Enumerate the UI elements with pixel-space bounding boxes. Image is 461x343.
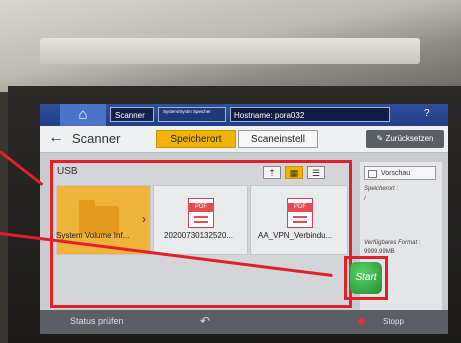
back-arrow-icon[interactable]: ← — [48, 129, 64, 147]
bottom-bar: Status prüfen ↶ Stopp — [40, 310, 448, 334]
pdf-tile-1[interactable]: PDF — [153, 185, 248, 255]
header-bar: ← Scanner Speicherort Scaneinstell ✎ Zur… — [40, 126, 448, 153]
start-button[interactable]: Start — [350, 262, 382, 294]
device-housing — [0, 0, 461, 92]
home-button[interactable]: ⌂ — [60, 104, 106, 126]
pdf-line — [194, 221, 208, 223]
file-label: 20200730132520... — [164, 231, 233, 240]
usb-label: USB — [57, 166, 78, 177]
return-icon[interactable]: ↶ — [200, 314, 210, 328]
stop-button[interactable]: Stopp — [383, 317, 404, 326]
folder-icon — [79, 200, 119, 234]
grid-view-icon[interactable]: ▦ — [285, 166, 303, 179]
storage-location-label: Speicherort : — [364, 186, 399, 192]
paper-slot — [40, 38, 420, 64]
hostname-field: Hostname: pora032 — [230, 107, 390, 122]
system-storage-tab[interactable]: System/Systm Speicher — [158, 107, 226, 122]
pdf-line — [293, 221, 307, 223]
side-panel: Vorschau Speicherort : / Verfügbares For… — [360, 162, 442, 326]
pdf-badge: PDF — [188, 203, 214, 212]
status-bar: ⌂ Scanner System/Systm Speicher Hostname… — [40, 104, 448, 126]
pdf-line — [194, 216, 208, 218]
preview-checkbox[interactable]: Vorschau — [364, 166, 436, 180]
storage-location-value: / — [364, 196, 366, 202]
pdf-icon: PDF — [287, 198, 313, 228]
home-icon: ⌂ — [78, 106, 88, 123]
scanner-app-tab[interactable]: Scanner — [110, 107, 154, 122]
stop-indicator-icon — [358, 318, 365, 325]
upload-icon[interactable]: ⇡ — [263, 166, 281, 179]
available-format-label: Verfügbares Format : — [364, 240, 421, 246]
pdf-line — [293, 216, 307, 218]
status-check-button[interactable]: Status prüfen — [70, 316, 124, 326]
pdf-tile-2[interactable]: PDF — [250, 185, 348, 255]
file-label: System Volume Inf... — [56, 231, 130, 240]
tab-speicherort[interactable]: Speicherort — [156, 130, 236, 148]
file-label: AA_VPN_Verbindu... — [258, 231, 333, 240]
reset-label: Zurücksetzen — [385, 134, 434, 143]
pdf-badge: PDF — [287, 203, 313, 212]
help-icon[interactable]: ? — [424, 108, 430, 119]
list-view-icon[interactable]: ☰ — [307, 166, 325, 179]
available-format-value: 9999.99MB — [364, 249, 395, 255]
chevron-right-icon: › — [142, 212, 146, 226]
tab-scaneinstell[interactable]: Scaneinstell — [238, 130, 318, 148]
reset-button[interactable]: ✎ Zurücksetzen — [366, 130, 444, 148]
pdf-icon: PDF — [188, 198, 214, 228]
page-title: Scanner — [72, 131, 121, 146]
